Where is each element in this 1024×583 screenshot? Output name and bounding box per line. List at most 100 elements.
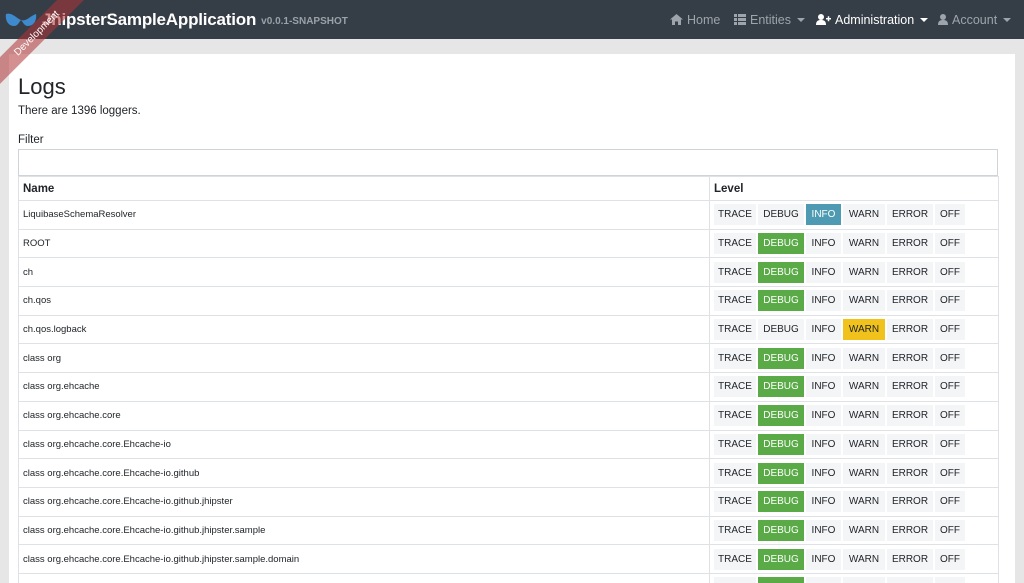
level-trace-button[interactable]: TRACE xyxy=(714,233,756,255)
level-trace-button[interactable]: TRACE xyxy=(714,433,756,455)
navbar: JhipsterSampleApplication v0.0.1-SNAPSHO… xyxy=(0,0,1024,39)
level-debug-button[interactable]: DEBUG xyxy=(758,519,804,541)
level-error-button[interactable]: ERROR xyxy=(887,233,933,255)
level-info-button[interactable]: INFO xyxy=(806,462,841,484)
level-trace-button[interactable]: TRACE xyxy=(714,491,756,513)
level-error-button[interactable]: ERROR xyxy=(887,405,933,427)
level-debug-button[interactable]: DEBUG xyxy=(758,347,804,369)
logger-level-cell: TRACEDEBUGINFOWARNERROROFF xyxy=(709,544,999,574)
level-debug-button[interactable]: DEBUG xyxy=(758,577,804,583)
brand-link[interactable]: JhipsterSampleApplication v0.0.1-SNAPSHO… xyxy=(4,0,348,39)
level-info-button[interactable]: INFO xyxy=(806,577,841,583)
level-button-group: TRACEDEBUGINFOWARNERROROFF xyxy=(714,261,998,283)
level-warn-button[interactable]: WARN xyxy=(843,548,885,570)
level-warn-button[interactable]: WARN xyxy=(843,376,885,398)
level-debug-button[interactable]: DEBUG xyxy=(758,548,804,570)
level-info-button[interactable]: INFO xyxy=(806,433,841,455)
level-debug-button[interactable]: DEBUG xyxy=(758,290,804,312)
level-error-button[interactable]: ERROR xyxy=(887,519,933,541)
level-info-button[interactable]: INFO xyxy=(806,347,841,369)
level-trace-button[interactable]: TRACE xyxy=(714,261,756,283)
filter-input[interactable] xyxy=(18,149,998,176)
level-off-button[interactable]: OFF xyxy=(935,290,965,312)
level-warn-button[interactable]: WARN xyxy=(843,405,885,427)
level-debug-button[interactable]: DEBUG xyxy=(758,462,804,484)
level-trace-button[interactable]: TRACE xyxy=(714,319,756,341)
level-error-button[interactable]: ERROR xyxy=(887,261,933,283)
level-error-button[interactable]: ERROR xyxy=(887,491,933,513)
logger-name: class org.ehcache.core.Ehcache-io.github… xyxy=(18,544,710,574)
level-trace-button[interactable]: TRACE xyxy=(714,376,756,398)
level-debug-button[interactable]: DEBUG xyxy=(758,433,804,455)
level-debug-button[interactable]: DEBUG xyxy=(758,405,804,427)
level-debug-button[interactable]: DEBUG xyxy=(758,491,804,513)
level-trace-button[interactable]: TRACE xyxy=(714,548,756,570)
level-info-button[interactable]: INFO xyxy=(806,376,841,398)
level-info-button[interactable]: INFO xyxy=(806,548,841,570)
nav-home[interactable]: Home xyxy=(670,0,720,39)
level-debug-button[interactable]: DEBUG xyxy=(758,204,804,226)
level-error-button[interactable]: ERROR xyxy=(887,462,933,484)
level-warn-button[interactable]: WARN xyxy=(843,204,885,226)
level-info-button[interactable]: INFO xyxy=(806,491,841,513)
level-trace-button[interactable]: TRACE xyxy=(714,204,756,226)
level-error-button[interactable]: ERROR xyxy=(887,204,933,226)
level-off-button[interactable]: OFF xyxy=(935,261,965,283)
level-trace-button[interactable]: TRACE xyxy=(714,462,756,484)
level-trace-button[interactable]: TRACE xyxy=(714,290,756,312)
level-warn-button[interactable]: WARN xyxy=(843,491,885,513)
level-error-button[interactable]: ERROR xyxy=(887,548,933,570)
nav-entities[interactable]: Entities xyxy=(734,0,805,39)
level-info-button[interactable]: INFO xyxy=(806,290,841,312)
level-off-button[interactable]: OFF xyxy=(935,491,965,513)
level-off-button[interactable]: OFF xyxy=(935,462,965,484)
logger-name: LiquibaseSchemaResolver xyxy=(18,200,710,230)
level-info-button[interactable]: INFO xyxy=(806,319,841,341)
table-row: class org.ehcache.core.Ehcache-io.github… xyxy=(18,486,999,517)
column-header-name[interactable]: Name xyxy=(18,176,710,201)
level-info-button[interactable]: INFO xyxy=(806,261,841,283)
level-warn-button[interactable]: WARN xyxy=(843,261,885,283)
level-info-button[interactable]: INFO xyxy=(806,204,841,226)
level-off-button[interactable]: OFF xyxy=(935,376,965,398)
level-off-button[interactable]: OFF xyxy=(935,519,965,541)
level-debug-button[interactable]: DEBUG xyxy=(758,376,804,398)
column-header-level[interactable]: Level xyxy=(709,176,999,201)
level-error-button[interactable]: ERROR xyxy=(887,577,933,583)
level-debug-button[interactable]: DEBUG xyxy=(758,233,804,255)
level-warn-button[interactable]: WARN xyxy=(843,347,885,369)
level-error-button[interactable]: ERROR xyxy=(887,376,933,398)
level-off-button[interactable]: OFF xyxy=(935,204,965,226)
level-off-button[interactable]: OFF xyxy=(935,405,965,427)
level-warn-button[interactable]: WARN xyxy=(843,577,885,583)
level-warn-button[interactable]: WARN xyxy=(843,290,885,312)
nav-administration[interactable]: Administration xyxy=(816,0,929,39)
level-off-button[interactable]: OFF xyxy=(935,433,965,455)
level-warn-button[interactable]: WARN xyxy=(843,462,885,484)
nav-account[interactable]: Account xyxy=(938,0,1012,39)
level-error-button[interactable]: ERROR xyxy=(887,290,933,312)
level-error-button[interactable]: ERROR xyxy=(887,347,933,369)
level-trace-button[interactable]: TRACE xyxy=(714,577,756,583)
level-warn-button[interactable]: WARN xyxy=(843,319,885,341)
level-error-button[interactable]: ERROR xyxy=(887,319,933,341)
level-warn-button[interactable]: WARN xyxy=(843,233,885,255)
level-warn-button[interactable]: WARN xyxy=(843,433,885,455)
level-off-button[interactable]: OFF xyxy=(935,319,965,341)
level-debug-button[interactable]: DEBUG xyxy=(758,261,804,283)
level-off-button[interactable]: OFF xyxy=(935,233,965,255)
level-info-button[interactable]: INFO xyxy=(806,519,841,541)
nav-account-label: Account xyxy=(952,12,998,27)
level-info-button[interactable]: INFO xyxy=(806,233,841,255)
level-debug-button[interactable]: DEBUG xyxy=(758,319,804,341)
level-off-button[interactable]: OFF xyxy=(935,548,965,570)
level-trace-button[interactable]: TRACE xyxy=(714,519,756,541)
level-off-button[interactable]: OFF xyxy=(935,577,965,583)
logs-table-body: LiquibaseSchemaResolver TRACE DEBUG INFO WAR… xyxy=(18,200,999,583)
level-trace-button[interactable]: TRACE xyxy=(714,405,756,427)
level-trace-button[interactable]: TRACE xyxy=(714,347,756,369)
level-off-button[interactable]: OFF xyxy=(935,347,965,369)
level-error-button[interactable]: ERROR xyxy=(887,433,933,455)
level-warn-button[interactable]: WARN xyxy=(843,519,885,541)
level-info-button[interactable]: INFO xyxy=(806,405,841,427)
